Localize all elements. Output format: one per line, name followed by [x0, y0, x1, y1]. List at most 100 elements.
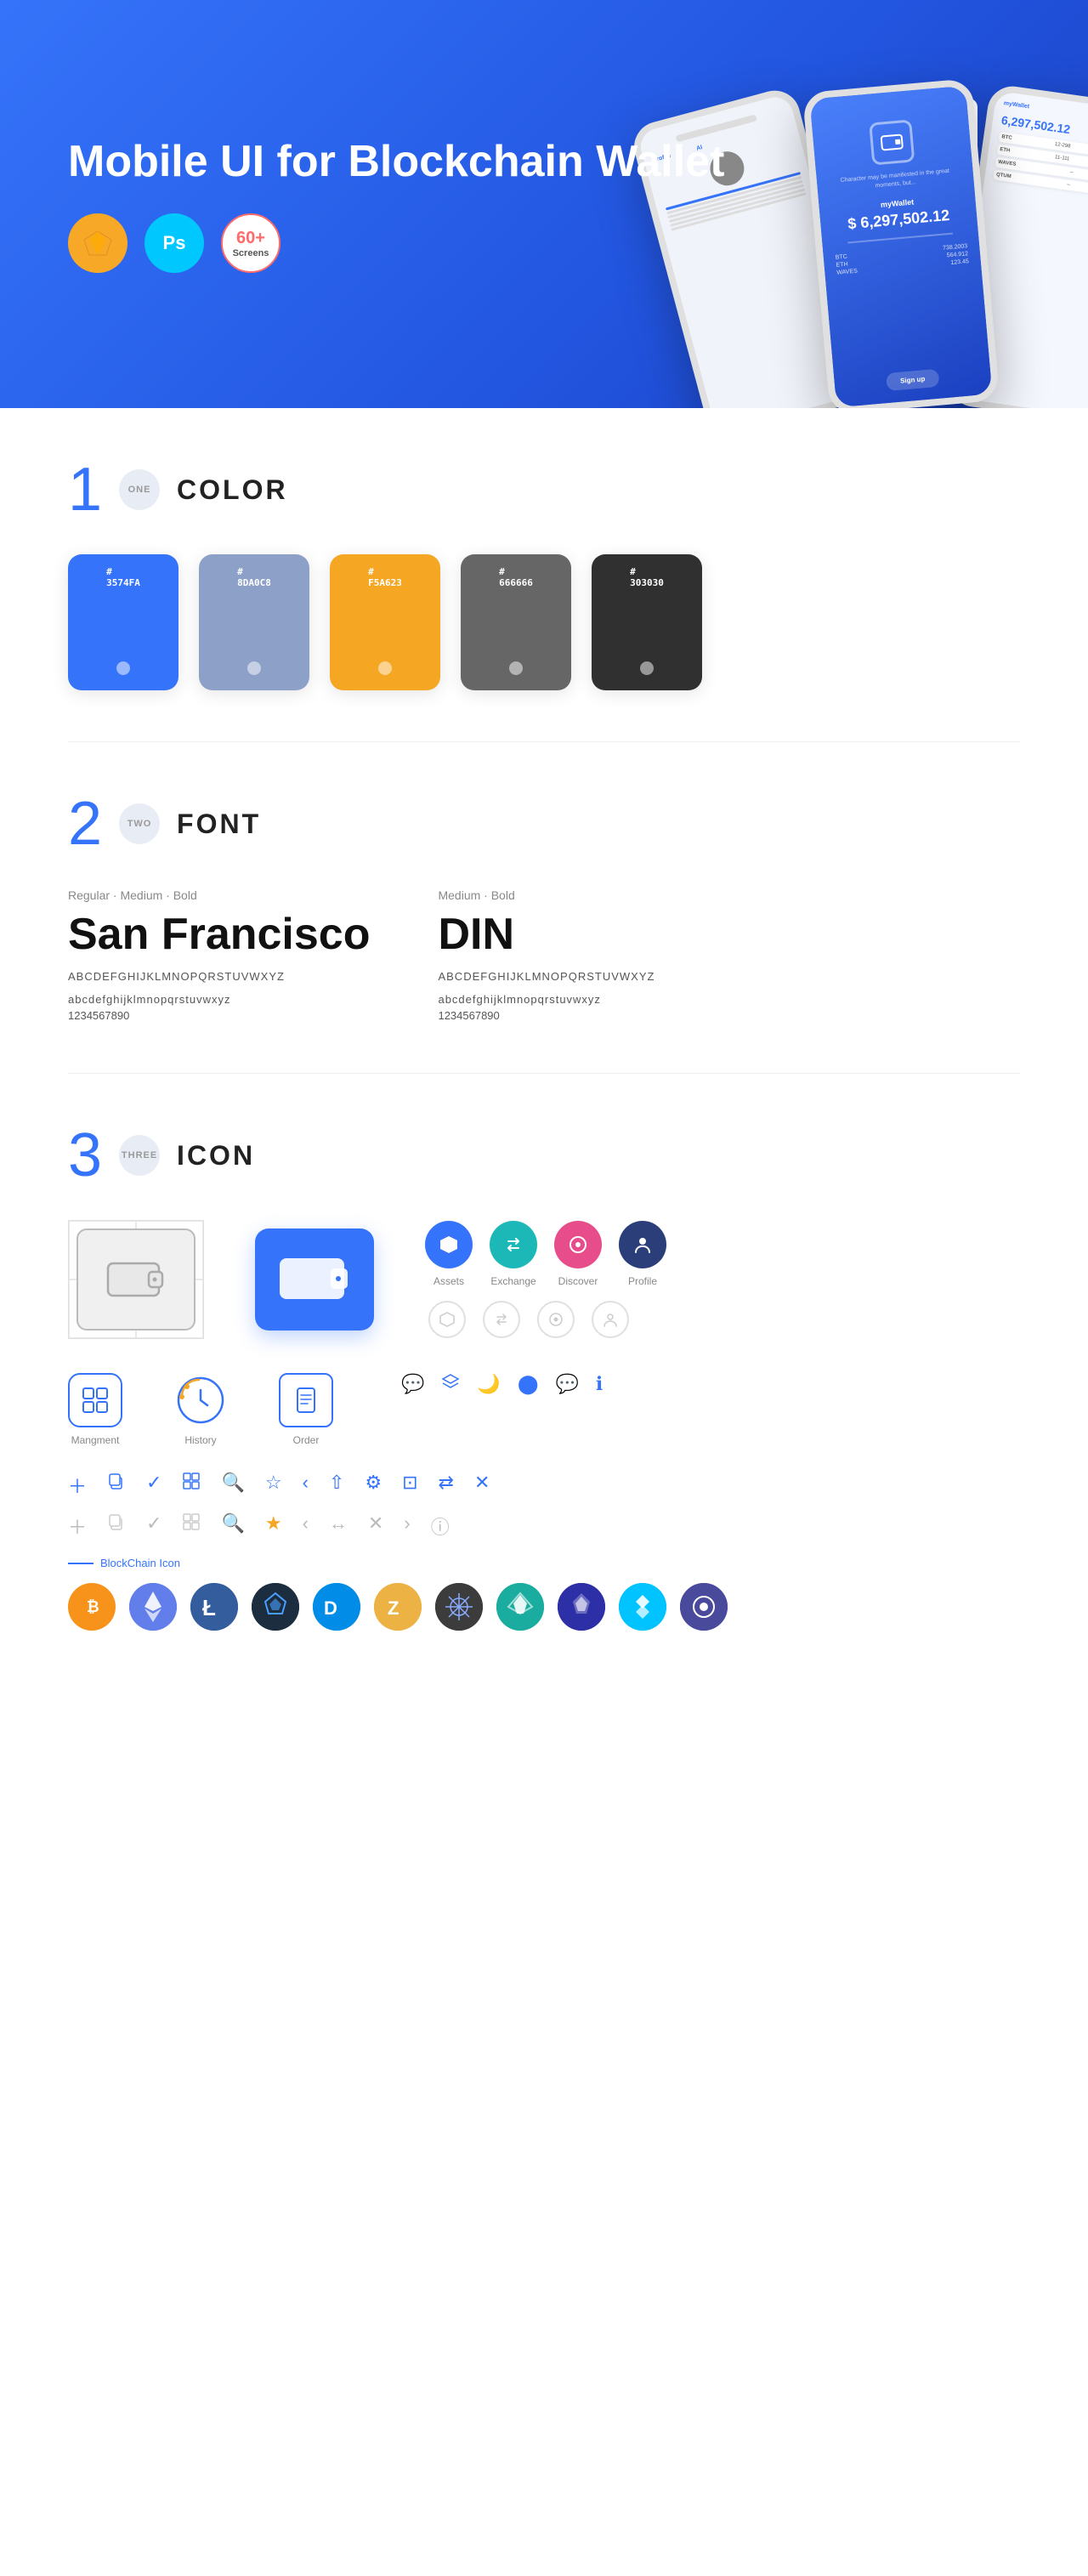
font-din-weights: Medium · Bold	[438, 888, 654, 902]
exchange-icon-circle[interactable]	[490, 1221, 537, 1268]
plus-icon[interactable]: ＋	[68, 1472, 87, 1499]
icon-section-title: ICON	[177, 1140, 255, 1172]
svg-text:D: D	[324, 1597, 337, 1619]
star-icon[interactable]: ☆	[265, 1472, 282, 1499]
color-swatches-container: #3574FA #8DA0C8 #F5A623 #666666 #303030	[68, 554, 1020, 690]
profile-icon-circle[interactable]	[619, 1221, 666, 1268]
swatch-grayblue-dot	[247, 661, 261, 675]
discover-icon-circle[interactable]	[554, 1221, 602, 1268]
assets-icon-circle[interactable]	[425, 1221, 473, 1268]
search-icon[interactable]: 🔍	[221, 1472, 244, 1499]
nav-icon-exchange: Exchange	[490, 1221, 537, 1287]
assets-icon-outline	[428, 1301, 466, 1338]
ps-label: Ps	[163, 232, 186, 254]
swatch-gray: #666666	[461, 554, 571, 690]
settings-icon[interactable]: ⚙	[365, 1472, 382, 1499]
circle-icon[interactable]: ⬤	[518, 1373, 539, 1397]
icon-purple[interactable]	[680, 1583, 728, 1631]
color-section-label: ONE	[119, 469, 160, 510]
wallet-grid-icon	[68, 1220, 204, 1339]
search-icon-gray[interactable]: 🔍	[221, 1512, 244, 1540]
misc-icons-row1: 💬 🌙 ⬤ 💬 ℹ	[401, 1373, 603, 1397]
screens-badge: 60+ Screens	[221, 213, 280, 273]
color-section-title: COLOR	[177, 474, 288, 506]
nav-icon-discover: Discover	[554, 1221, 602, 1287]
share-icon[interactable]: ⇧	[329, 1472, 344, 1499]
nav-icons-top: Assets Exchange	[425, 1221, 666, 1287]
fantom-icon[interactable]	[619, 1583, 666, 1631]
speech-icon[interactable]: 💬	[555, 1373, 578, 1397]
swatch-blue-dot	[116, 661, 130, 675]
layers-icon[interactable]	[441, 1373, 460, 1397]
copy-icon[interactable]	[107, 1472, 126, 1499]
font-section-title: FONT	[177, 809, 261, 840]
management-icon-item: Mangment	[68, 1373, 122, 1446]
color-section-header: 1 ONE COLOR	[68, 459, 1020, 520]
hero-badges: Ps 60+ Screens	[68, 213, 724, 273]
grid-icon[interactable]	[182, 1472, 201, 1499]
icon-section-label: THREE	[119, 1135, 160, 1176]
font-sf-name: San Francisco	[68, 909, 370, 960]
svg-text:Z: Z	[388, 1597, 399, 1619]
zcash-icon[interactable]: Z	[374, 1583, 422, 1631]
nav-icon-assets: Assets	[425, 1221, 473, 1287]
management-icon[interactable]	[68, 1373, 122, 1427]
font-sf-weights: Regular · Medium · Bold	[68, 888, 370, 902]
font-row: Regular · Medium · Bold San Francisco AB…	[68, 888, 1020, 1022]
litecoin-icon[interactable]: Ł	[190, 1583, 238, 1631]
swatch-gray-blue: #8DA0C8	[199, 554, 309, 690]
bitcoin-icon[interactable]: ₿	[68, 1583, 116, 1631]
app-icons-row: Mangment History	[68, 1373, 1020, 1446]
close-icon[interactable]: ✕	[474, 1472, 490, 1499]
back-icon[interactable]: ‹	[303, 1472, 309, 1499]
plus-icon-gray[interactable]: ＋	[68, 1512, 87, 1540]
check-icon-gray[interactable]: ✓	[146, 1512, 162, 1540]
swatch-dark: #303030	[592, 554, 702, 690]
x-icon-gray[interactable]: ✕	[368, 1512, 383, 1540]
info-icon-gray[interactable]: ⓘ	[431, 1512, 450, 1540]
copy-icon-gray[interactable]	[107, 1512, 126, 1540]
info-icon[interactable]: ℹ	[596, 1373, 603, 1397]
order-label: Order	[293, 1434, 320, 1446]
history-icon[interactable]	[173, 1373, 228, 1427]
profile-icon-label: Profile	[628, 1275, 657, 1287]
check-icon[interactable]: ✓	[146, 1472, 162, 1499]
ethereum-icon[interactable]	[129, 1583, 177, 1631]
swatch-orange-dot	[378, 661, 392, 675]
crypto-icons-row: ₿ Ł	[68, 1583, 1020, 1631]
color-section-number: 1	[68, 459, 102, 520]
arrow-gray[interactable]: ↔	[329, 1512, 348, 1540]
font-section-header: 2 TWO FONT	[68, 793, 1020, 854]
crystal-icon[interactable]	[558, 1583, 605, 1631]
blockchain-line	[68, 1563, 94, 1564]
forward-gray[interactable]: ›	[404, 1512, 410, 1540]
swatch-dark-code: #303030	[630, 566, 664, 588]
chat-icon[interactable]: 💬	[401, 1373, 424, 1397]
font-sf-block: Regular · Medium · Bold San Francisco AB…	[68, 888, 370, 1022]
font-din-lower: abcdefghijklmnopqrstuvwxyz	[438, 993, 654, 1006]
stealth-icon[interactable]	[496, 1583, 544, 1631]
history-icon-item: History	[173, 1373, 228, 1446]
export-icon[interactable]: ⊡	[402, 1472, 417, 1499]
back-icon-gray[interactable]: ‹	[303, 1512, 309, 1540]
discover-icon-label: Discover	[558, 1275, 598, 1287]
assets-icon-label: Assets	[434, 1275, 464, 1287]
nav-icons-container: Assets Exchange	[425, 1221, 666, 1338]
dark-icon[interactable]	[252, 1583, 299, 1631]
moon-icon[interactable]: 🌙	[477, 1373, 500, 1397]
order-icon[interactable]	[279, 1373, 333, 1427]
blockchain-label: BlockChain Icon	[68, 1557, 1020, 1569]
ps-badge: Ps	[144, 213, 204, 273]
font-sf-upper: ABCDEFGHIJKLMNOPQRSTUVWXYZ	[68, 970, 370, 983]
lattice-icon[interactable]	[435, 1583, 483, 1631]
dash-icon[interactable]: D	[313, 1583, 360, 1631]
utility-icons-row1: ＋ ✓ 🔍 ☆ ‹ ⇧ ⚙ ⊡ ⇄ ✕	[68, 1472, 1020, 1499]
swap-icon[interactable]: ⇄	[439, 1472, 454, 1499]
grid-icon-gray[interactable]	[182, 1512, 201, 1540]
star-icon-filled-gray[interactable]: ★	[265, 1512, 282, 1540]
utility-icons-row2: ＋ ✓ 🔍 ★ ‹ ↔ ✕ › ⓘ	[68, 1512, 1020, 1540]
swatch-gray-dot	[509, 661, 523, 675]
font-section: 2 TWO FONT Regular · Medium · Bold San F…	[0, 742, 1088, 1073]
exchange-icon-outline	[483, 1301, 520, 1338]
order-icon-item: Order	[279, 1373, 333, 1446]
